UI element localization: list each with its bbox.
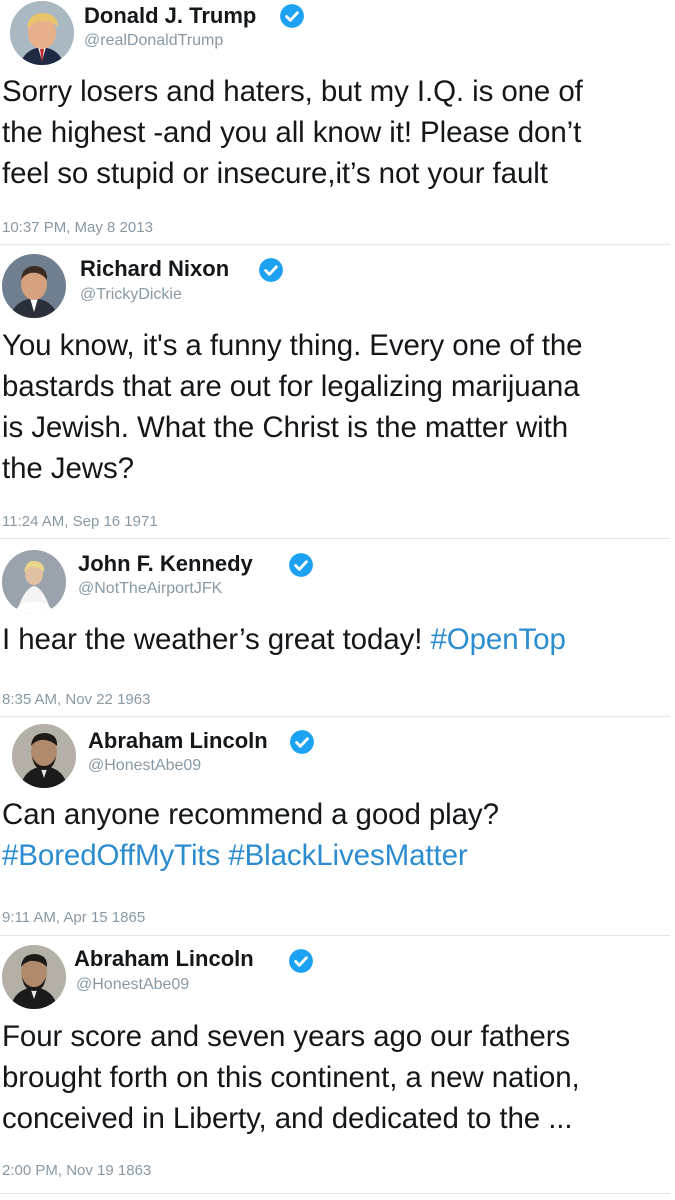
tweet-text: I hear the weather’s great today! #OpenT…	[2, 619, 672, 660]
tweet-author-name[interactable]: Abraham Lincoln	[74, 946, 254, 972]
tweet-author-name[interactable]: Richard Nixon	[80, 256, 229, 282]
verified-badge-icon	[258, 257, 284, 283]
tweet-author-handle[interactable]: @TrickyDickie	[80, 285, 182, 305]
hashtag-link[interactable]: #BoredOffMyTits	[2, 839, 220, 872]
verified-badge-icon	[288, 552, 314, 578]
avatar-trump[interactable]	[10, 1, 74, 65]
tweet-trump[interactable]: Donald J. Trump @realDonaldTrump Sorry l…	[0, 0, 675, 244]
tweet-timestamp[interactable]: 2:00 PM, Nov 19 1863	[2, 1162, 151, 1180]
avatar-kennedy[interactable]	[2, 550, 66, 614]
verified-badge-icon	[289, 729, 315, 755]
tweet-text-body: I hear the weather’s great today!	[2, 623, 431, 656]
tweet-text: Sorry losers and haters, but my I.Q. is …	[2, 75, 583, 190]
verified-badge-icon	[288, 948, 314, 974]
avatar-lincoln[interactable]	[2, 945, 66, 1009]
tweet-author-handle[interactable]: @NotTheAirportJFK	[78, 579, 222, 599]
hashtag-link[interactable]: #OpenTop	[430, 623, 565, 656]
tweet-author-name[interactable]: John F. Kennedy	[78, 551, 253, 577]
tweet-timestamp[interactable]: 8:35 AM, Nov 22 1963	[2, 691, 150, 709]
tweet-nixon[interactable]: Richard Nixon @TrickyDickie You know, it…	[0, 245, 675, 538]
tweet-author-handle[interactable]: @realDonaldTrump	[84, 31, 223, 51]
tweet-author-handle[interactable]: @HonestAbe09	[76, 975, 189, 995]
verified-badge-icon	[279, 3, 305, 29]
tweet-author-name[interactable]: Abraham Lincoln	[88, 728, 268, 754]
tweet-lincoln-gettysburg[interactable]: Abraham Lincoln @HonestAbe09 Four score …	[0, 936, 675, 1194]
tweet-text: You know, it's a funny thing. Every one …	[2, 329, 583, 485]
tweet-divider	[0, 1193, 670, 1194]
tweet-author-handle[interactable]: @HonestAbe09	[88, 756, 201, 776]
tweet-timestamp[interactable]: 9:11 AM, Apr 15 1865	[2, 909, 145, 927]
tweet-lincoln-play[interactable]: Abraham Lincoln @HonestAbe09 Can anyone …	[0, 717, 675, 935]
avatar-nixon[interactable]	[2, 254, 66, 318]
tweet-text: Can anyone recommend a good play? #Bored…	[2, 794, 672, 876]
tweet-text-body: Can anyone recommend a good play?	[2, 798, 499, 831]
tweet-timestamp[interactable]: 10:37 PM, May 8 2013	[2, 219, 153, 237]
tweet-kennedy[interactable]: John F. Kennedy @NotTheAirportJFK I hear…	[0, 539, 675, 716]
tweet-timestamp[interactable]: 11:24 AM, Sep 16 1971	[2, 513, 158, 531]
tweet-text: Four score and seven years ago our fathe…	[2, 1020, 580, 1135]
hashtag-link[interactable]: #BlackLivesMatter	[220, 839, 467, 872]
tweet-author-name[interactable]: Donald J. Trump	[84, 3, 256, 29]
avatar-lincoln[interactable]	[12, 724, 76, 788]
